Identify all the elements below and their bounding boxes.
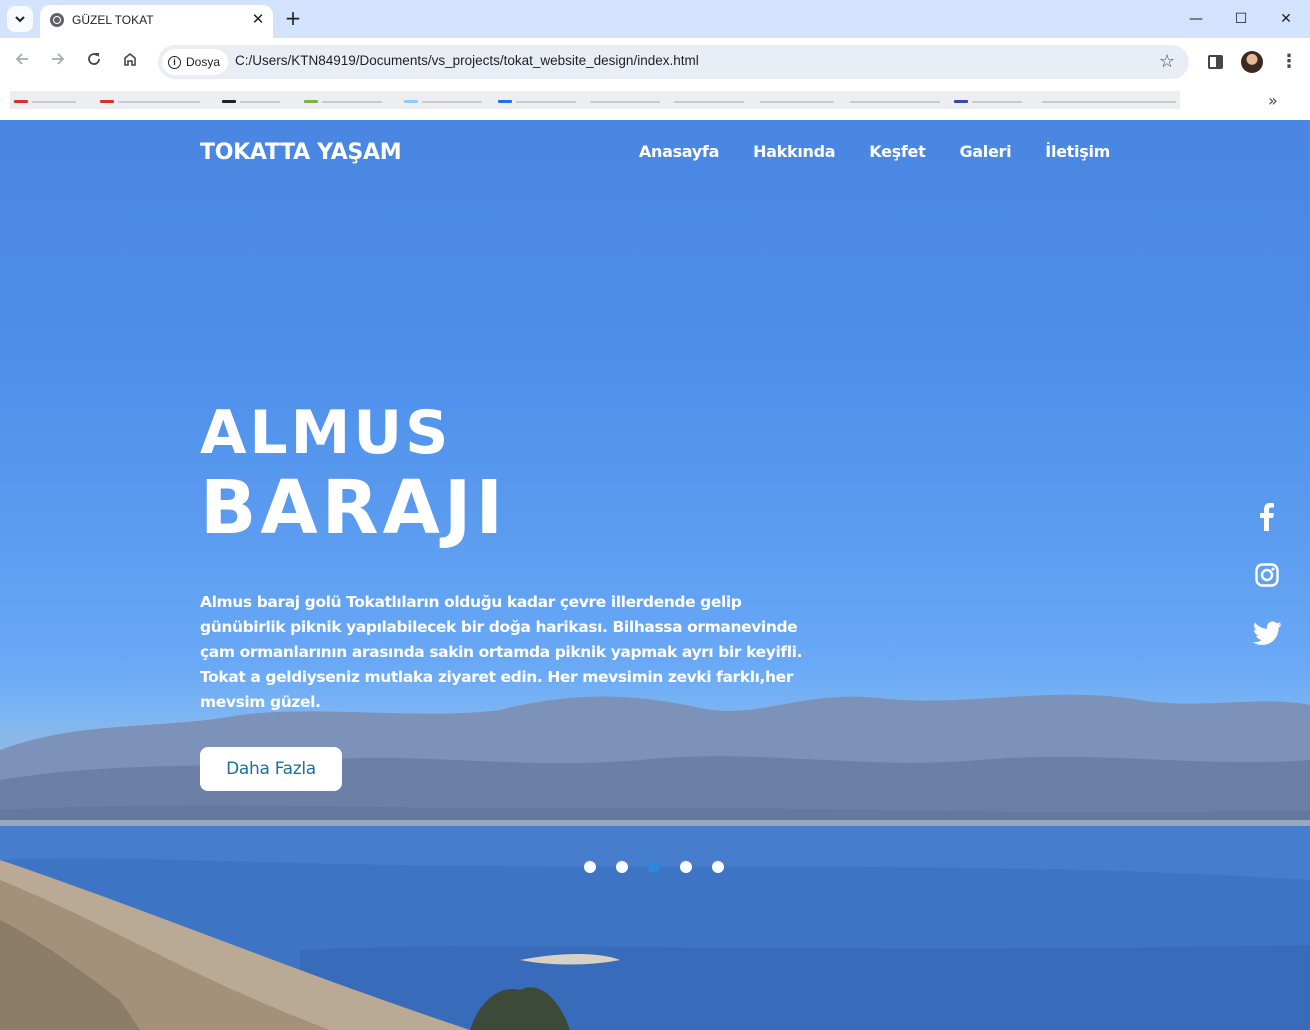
site-info-label: Dosya	[186, 55, 221, 69]
slider-dot[interactable]	[616, 861, 628, 873]
bookmark-item[interactable]	[100, 100, 114, 103]
bookmark-item[interactable]	[972, 101, 1022, 103]
hero-title: ALMUS BARAJI	[200, 403, 507, 545]
new-tab-button[interactable]: +	[282, 8, 304, 30]
bookmark-item[interactable]	[516, 101, 576, 103]
arrow-left-icon	[15, 53, 28, 65]
window-close-button[interactable]: ✕	[1266, 6, 1306, 32]
bookmarks-strip	[10, 91, 1180, 109]
bookmarks-overflow-button[interactable]: »	[1268, 91, 1278, 110]
reload-icon	[88, 53, 100, 65]
slider-dot[interactable]	[712, 861, 724, 873]
page-viewport: TOKATTA YAŞAM Anasayfa Hakkında Keşfet G…	[0, 120, 1310, 1030]
site-info-chip[interactable]: i Dosya	[162, 49, 229, 75]
globe-icon	[50, 13, 64, 27]
hero-title-line2: BARAJI	[200, 465, 507, 551]
slider-dot-active[interactable]	[648, 861, 660, 873]
arrow-right-icon	[52, 53, 65, 65]
more-button[interactable]: Daha Fazla	[200, 747, 342, 791]
bookmark-item[interactable]	[32, 101, 76, 103]
bookmark-item[interactable]	[760, 101, 834, 103]
twitter-icon[interactable]	[1250, 616, 1284, 650]
nav-link-kesfet[interactable]: Keşfet	[869, 142, 925, 161]
bookmark-item[interactable]	[404, 100, 418, 103]
site-brand-logo[interactable]: TOKATTA YAŞAM	[200, 140, 402, 165]
bookmark-item[interactable]	[590, 101, 660, 103]
nav-link-hakkinda[interactable]: Hakkında	[753, 142, 836, 161]
tab-title: GÜZEL TOKAT	[72, 13, 154, 27]
home-icon	[124, 52, 136, 66]
slider-dot[interactable]	[584, 861, 596, 873]
hero-background-image	[0, 694, 1310, 1030]
chevron-down-icon	[15, 16, 25, 23]
slider-dot[interactable]	[680, 861, 692, 873]
bookmark-item[interactable]	[1042, 101, 1176, 103]
main-navigation: Anasayfa Hakkında Keşfet Galeri İletişim	[639, 142, 1110, 161]
browser-toolbar: i Dosya C:/Users/KTN84919/Documents/vs_p…	[0, 38, 1310, 86]
bookmark-item[interactable]	[954, 100, 968, 103]
tab-search-button[interactable]	[7, 6, 33, 32]
maximize-button[interactable]: ☐	[1221, 6, 1261, 32]
bookmarks-bar: »	[0, 86, 1310, 120]
info-icon: i	[168, 55, 181, 69]
address-bar[interactable]: i Dosya C:/Users/KTN84919/Documents/vs_p…	[158, 45, 1189, 79]
bookmark-item[interactable]	[850, 101, 940, 103]
slider-pagination	[584, 861, 724, 873]
home-button[interactable]	[118, 50, 142, 74]
bookmark-item[interactable]	[240, 101, 280, 103]
browser-tab[interactable]: GÜZEL TOKAT ✕	[40, 5, 273, 38]
nav-link-anasayfa[interactable]: Anasayfa	[639, 142, 719, 161]
nav-link-iletisim[interactable]: İletişim	[1045, 142, 1110, 161]
side-panel-icon[interactable]	[1208, 55, 1223, 69]
browser-menu-icon[interactable]: ⋮	[1280, 50, 1298, 74]
reload-button[interactable]	[82, 50, 106, 74]
forward-button[interactable]	[46, 50, 70, 74]
back-button[interactable]	[10, 50, 34, 74]
bookmark-item[interactable]	[498, 100, 512, 103]
bookmark-item[interactable]	[322, 101, 382, 103]
facebook-icon[interactable]	[1250, 500, 1284, 534]
bookmark-item[interactable]	[304, 100, 318, 103]
bookmark-star-icon[interactable]: ☆	[1159, 51, 1175, 73]
bookmark-item[interactable]	[422, 101, 482, 103]
hero-title-line1: ALMUS	[200, 398, 452, 468]
bookmark-item[interactable]	[222, 100, 236, 103]
browser-tab-strip: GÜZEL TOKAT ✕ + — ☐ ✕	[0, 0, 1310, 38]
url-text[interactable]: C:/Users/KTN84919/Documents/vs_projects/…	[235, 53, 699, 68]
site-header: TOKATTA YAŞAM Anasayfa Hakkında Keşfet G…	[200, 140, 1110, 170]
bookmark-item[interactable]	[118, 101, 200, 103]
hero-description: Almus baraj golü Tokatlıların olduğu kad…	[200, 593, 803, 711]
bookmark-item[interactable]	[14, 100, 28, 103]
minimize-button[interactable]: —	[1176, 6, 1216, 32]
instagram-icon[interactable]	[1250, 558, 1284, 592]
nav-link-galeri[interactable]: Galeri	[959, 142, 1011, 161]
bookmark-item[interactable]	[674, 101, 744, 103]
tab-close-button[interactable]: ✕	[248, 9, 268, 29]
profile-avatar[interactable]	[1241, 51, 1263, 73]
